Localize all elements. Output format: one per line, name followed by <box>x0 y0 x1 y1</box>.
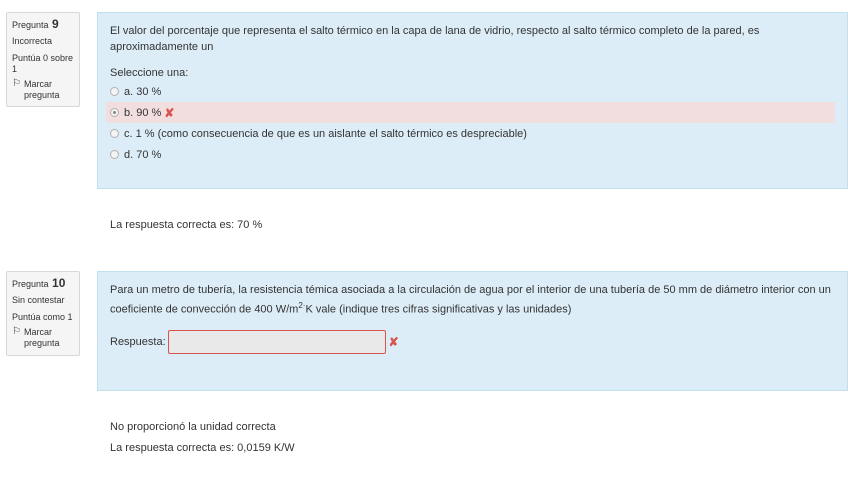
question-content-9: El valor del porcentaje que representa e… <box>97 12 848 189</box>
question-info-9: Pregunta 9 Incorrecta Puntúa 0 sobre 1 ⚐… <box>6 12 80 108</box>
feedback-10: No proporcionó la unidad correcta <box>110 421 276 433</box>
question-number: Pregunta 10 <box>12 276 74 290</box>
question-number-value: 10 <box>52 276 66 290</box>
question-label: Pregunta <box>12 279 49 289</box>
question-state: Sin contestar <box>12 295 65 306</box>
option-label: c. 1 % (como consecuencia de que es un a… <box>124 127 527 140</box>
question-number-value: 9 <box>52 17 59 31</box>
option-label: d. 70 % <box>124 148 162 161</box>
cross-icon: ✘ <box>388 334 399 349</box>
question-grade: Puntúa 0 sobre 1 <box>12 53 74 74</box>
answer-input[interactable] <box>167 329 386 354</box>
answer-prompt: Seleccione una: <box>110 67 189 79</box>
answer-option-b[interactable]: b. 90 % ✘ <box>106 102 835 123</box>
right-answer-9: La respuesta correcta es: 70 % <box>110 219 263 231</box>
flag-question-link[interactable]: ⚐ Marcar pregunta <box>12 325 74 349</box>
flag-question-link[interactable]: ⚐ Marcar pregunta <box>12 77 74 101</box>
answer-label: Respuesta: <box>110 335 166 348</box>
question-content-10: Para un metro de tubería, la resistencia… <box>97 271 848 391</box>
question-info-10: Pregunta 10 Sin contestar Puntúa como 1 … <box>6 271 80 356</box>
radio-dot <box>113 111 116 114</box>
question-grade: Puntúa como 1 <box>12 312 73 323</box>
question-text: Para un metro de tubería, la resistencia… <box>110 282 835 318</box>
question-number: Pregunta 9 <box>12 17 74 31</box>
question-label: Pregunta <box>12 20 49 30</box>
cross-icon: ✘ <box>164 105 175 120</box>
radio-button[interactable] <box>110 129 119 138</box>
question-text: El valor del porcentaje que representa e… <box>110 25 760 53</box>
question-state: Incorrecta <box>12 36 53 47</box>
radio-button[interactable] <box>110 150 119 159</box>
question-text-part2: K vale (indique tres cifras significativ… <box>305 303 572 316</box>
flag-question-label: Marcar pregunta <box>23 78 60 100</box>
radio-button[interactable] <box>110 87 119 96</box>
flag-icon: ⚐ <box>12 325 21 337</box>
option-label: b. 90 % <box>124 106 162 119</box>
flag-icon: ⚐ <box>12 77 21 89</box>
flag-question-label: Marcar pregunta <box>23 326 60 348</box>
answer-row: Respuesta: ✘ <box>110 329 835 354</box>
answer-option-d[interactable]: d. 70 % <box>106 144 835 165</box>
option-label: a. 30 % <box>124 85 162 98</box>
answer-option-a[interactable]: a. 30 % <box>106 81 835 102</box>
radio-button-selected[interactable] <box>110 108 119 117</box>
right-answer-10: La respuesta correcta es: 0,0159 K/W <box>110 442 295 454</box>
answer-option-c[interactable]: c. 1 % (como consecuencia de que es un a… <box>106 123 835 144</box>
